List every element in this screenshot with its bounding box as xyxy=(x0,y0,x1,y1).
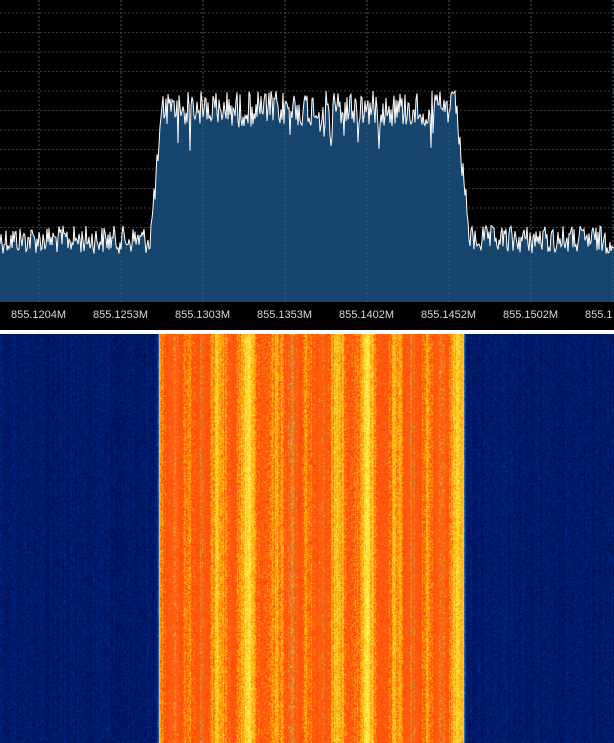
frequency-tick-label: 855.1303M xyxy=(175,309,231,321)
frequency-tick-label: 855.1452M xyxy=(421,309,477,321)
waterfall-display[interactable] xyxy=(0,334,614,743)
spectrum-fill xyxy=(0,90,614,302)
frequency-tick-label: 855.1502M xyxy=(503,309,559,321)
frequency-tick-label: 855.1 xyxy=(585,309,613,321)
frequency-tick-label: 855.1353M xyxy=(257,309,313,321)
frequency-axis: 855.1204M 855.1253M 855.1303M 855.1353M … xyxy=(0,302,614,330)
frequency-tick-label: 855.1402M xyxy=(339,309,395,321)
frequency-tick-label: 855.1204M xyxy=(11,309,67,321)
spectrum-plot[interactable] xyxy=(0,0,614,302)
frequency-tick-label: 855.1253M xyxy=(93,309,149,321)
